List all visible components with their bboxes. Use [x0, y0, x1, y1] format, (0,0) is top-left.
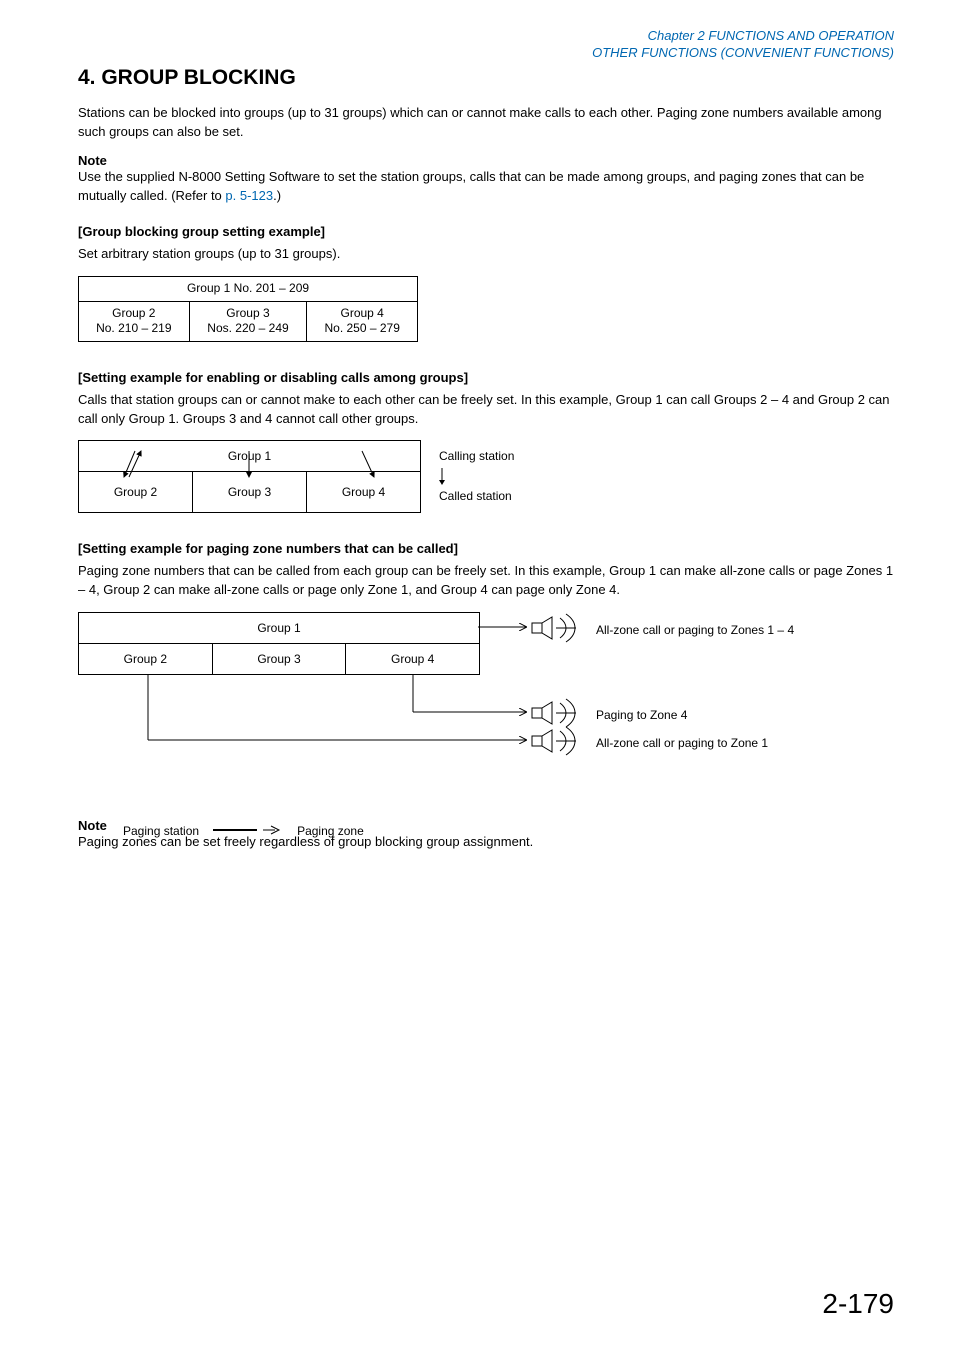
- grp-c3: Group 4No. 250 – 279: [307, 301, 418, 341]
- speaker2-row: Paging to Zone 4: [530, 699, 687, 730]
- legend-paging-zone: Paging zone: [297, 824, 364, 838]
- d2-g2: Group 2: [114, 485, 157, 499]
- speaker-icon: [530, 727, 586, 758]
- legend-arrow-icon: [213, 824, 283, 838]
- d2-g1: Group 1: [228, 449, 271, 463]
- d3-g2: Group 2: [124, 652, 167, 666]
- d3-g4: Group 4: [391, 652, 434, 666]
- chapter-line1: Chapter 2 FUNCTIONS AND OPERATION: [78, 28, 894, 45]
- legend-called: Called station: [439, 486, 512, 508]
- sub3-desc: Paging zone numbers that can be called f…: [78, 562, 894, 600]
- d3-g3: Group 3: [257, 652, 300, 666]
- sub3-heading: [Setting example for paging zone numbers…: [78, 541, 894, 556]
- legend-calling: Calling station: [439, 446, 514, 468]
- paging-diagram: Group 1 Group 2 Group 3 Group 4: [78, 612, 894, 782]
- chapter-line2: OTHER FUNCTIONS (CONVENIENT FUNCTIONS): [78, 45, 894, 62]
- note1-label: Note: [78, 153, 894, 168]
- speaker3-row: All-zone call or paging to Zone 1: [530, 727, 768, 758]
- paging-legend: Paging station Paging zone: [123, 824, 364, 838]
- speaker2-label: Paging to Zone 4: [596, 708, 687, 722]
- page-number: 2-179: [822, 1288, 894, 1320]
- d2-g4: Group 4: [342, 485, 385, 499]
- intro-text: Stations can be blocked into groups (up …: [78, 104, 894, 142]
- legend-paging-station: Paging station: [123, 824, 199, 838]
- note1-text: Use the supplied N-8000 Setting Software…: [78, 168, 894, 206]
- note1-link[interactable]: p. 5-123: [225, 188, 273, 203]
- sub1-desc: Set arbitrary station groups (up to 31 g…: [78, 245, 894, 264]
- chapter-header: Chapter 2 FUNCTIONS AND OPERATION OTHER …: [78, 28, 894, 62]
- group-setting-table: Group 1 No. 201 – 209 Group 2No. 210 – 2…: [78, 276, 418, 342]
- sub2-heading: [Setting example for enabling or disabli…: [78, 370, 894, 385]
- d3-g1: Group 1: [257, 621, 300, 635]
- note1-post: .): [273, 188, 281, 203]
- grp-c1: Group 2No. 210 – 219: [79, 301, 190, 341]
- calls-diagram: Group 1 Group 2 Group 3 Gr: [78, 440, 894, 513]
- sub2-desc: Calls that station groups can or cannot …: [78, 391, 894, 429]
- speaker3-label: All-zone call or paging to Zone 1: [596, 736, 768, 750]
- d2-legend: Calling station Called station: [439, 446, 514, 507]
- note1-pre: Use the supplied N-8000 Setting Software…: [78, 169, 864, 203]
- speaker1-row: All-zone call or paging to Zones 1 – 4: [530, 614, 794, 645]
- legend-arrow-icon: [439, 468, 445, 486]
- grp-c2: Group 3Nos. 220 – 249: [189, 301, 307, 341]
- speaker-icon: [530, 614, 586, 645]
- speaker-icon: [530, 699, 586, 730]
- d2-g3: Group 3: [228, 485, 271, 499]
- speaker1-label: All-zone call or paging to Zones 1 – 4: [596, 623, 794, 637]
- grp-top: Group 1 No. 201 – 209: [79, 277, 418, 302]
- page-title: 4. GROUP BLOCKING: [78, 66, 894, 90]
- sub1-heading: [Group blocking group setting example]: [78, 224, 894, 239]
